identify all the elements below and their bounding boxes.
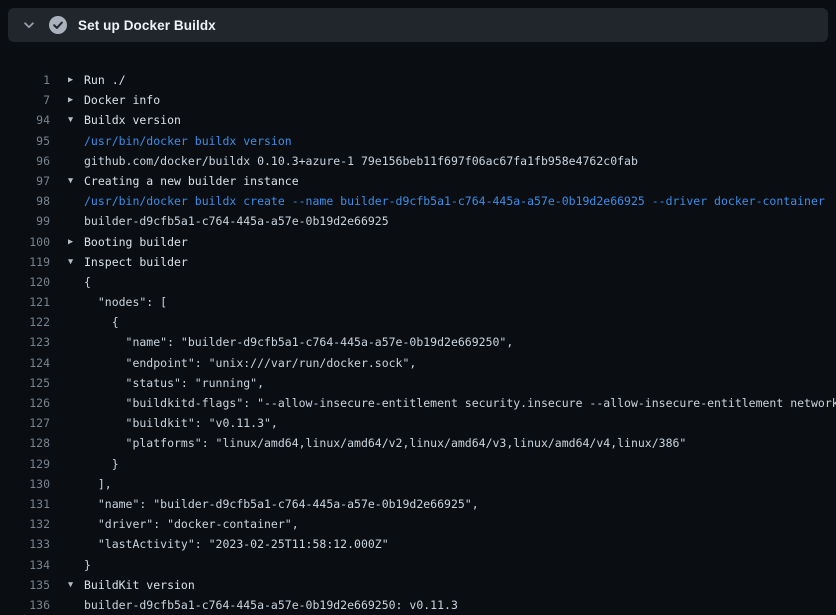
log-line: 125 "status": "running", xyxy=(0,373,836,393)
log-group-row[interactable]: 135 ▼BuildKit version xyxy=(0,575,836,595)
group-title: Booting builder xyxy=(84,232,188,252)
log-text: builder-d9cfb5a1-c764-445a-a57e-0b19d2e6… xyxy=(84,595,458,615)
step-title: Set up Docker Buildx xyxy=(78,18,216,33)
log-line: 126 "buildkitd-flags": "--allow-insecure… xyxy=(0,393,836,413)
line-number[interactable]: 121 xyxy=(0,292,50,312)
line-number[interactable]: 123 xyxy=(0,332,50,352)
log-text: } xyxy=(84,454,119,474)
line-number[interactable]: 97 xyxy=(0,171,50,191)
command-text: /usr/bin/docker buildx create --name bui… xyxy=(84,191,825,211)
log-text: } xyxy=(84,555,91,575)
triangle-right-icon: ▶ xyxy=(68,70,84,90)
group-title: Docker info xyxy=(84,90,160,110)
line-number[interactable]: 96 xyxy=(0,151,50,171)
log-group-row[interactable]: 97 ▼Creating a new builder instance xyxy=(0,171,836,191)
triangle-down-icon: ▼ xyxy=(68,252,84,272)
log-line: 130 ], xyxy=(0,474,836,494)
log-text: { xyxy=(84,272,91,292)
triangle-down-icon: ▼ xyxy=(68,575,84,595)
log-group-row[interactable]: 119 ▼Inspect builder xyxy=(0,252,836,272)
log-text: "name": "builder-d9cfb5a1-c764-445a-a57e… xyxy=(84,494,479,514)
log-line: 122 { xyxy=(0,312,836,332)
log-line: 99 builder-d9cfb5a1-c764-445a-a57e-0b19d2… xyxy=(0,211,836,231)
line-number[interactable]: 100 xyxy=(0,232,50,252)
line-number[interactable]: 129 xyxy=(0,454,50,474)
log-text: builder-d9cfb5a1-c764-445a-a57e-0b19d2e6… xyxy=(84,211,389,231)
triangle-down-icon: ▼ xyxy=(68,110,84,130)
log-line: 96 github.com/docker/buildx 0.10.3+azure-… xyxy=(0,151,836,171)
triangle-right-icon: ▶ xyxy=(68,232,84,252)
log-line: 133 "lastActivity": "2023-02-25T11:58:12… xyxy=(0,534,836,554)
log-line: 129 } xyxy=(0,454,836,474)
log-group-row[interactable]: 1 ▶Run ./ xyxy=(0,70,836,90)
line-number[interactable]: 120 xyxy=(0,272,50,292)
log-panel: 1▶Run ./7▶Docker info94▼Buildx version95… xyxy=(0,50,836,615)
line-number[interactable]: 126 xyxy=(0,393,50,413)
line-number[interactable]: 119 xyxy=(0,252,50,272)
log-text: "nodes": [ xyxy=(84,292,167,312)
log-line: 132 "driver": "docker-container", xyxy=(0,514,836,534)
log-text: "lastActivity": "2023-02-25T11:58:12.000… xyxy=(84,534,389,554)
log-line: 136 builder-d9cfb5a1-c764-445a-a57e-0b19d… xyxy=(0,595,836,615)
line-number[interactable]: 99 xyxy=(0,211,50,231)
log-text: "platforms": "linux/amd64,linux/amd64/v2… xyxy=(84,433,686,453)
group-title: Buildx version xyxy=(84,110,181,130)
log-line: 124 "endpoint": "unix:///var/run/docker.… xyxy=(0,353,836,373)
log-text: "endpoint": "unix:///var/run/docker.sock… xyxy=(84,353,416,373)
log-text: ], xyxy=(84,474,112,494)
log-text: "driver": "docker-container", xyxy=(84,514,299,534)
log-text: "status": "running", xyxy=(84,373,264,393)
line-number[interactable]: 94 xyxy=(0,110,50,130)
line-number[interactable]: 122 xyxy=(0,312,50,332)
log-line: 123 "name": "builder-d9cfb5a1-c764-445a-… xyxy=(0,332,836,352)
line-number[interactable]: 125 xyxy=(0,373,50,393)
step-header[interactable]: Set up Docker Buildx xyxy=(8,8,828,42)
log-group-row[interactable]: 94 ▼Buildx version xyxy=(0,110,836,130)
log-group-row[interactable]: 100 ▶Booting builder xyxy=(0,232,836,252)
command-text: /usr/bin/docker buildx version xyxy=(84,131,292,151)
log-text: "buildkitd-flags": "--allow-insecure-ent… xyxy=(84,393,836,413)
log-text: "name": "builder-d9cfb5a1-c764-445a-a57e… xyxy=(84,332,513,352)
line-number[interactable]: 95 xyxy=(0,131,50,151)
group-title: Creating a new builder instance xyxy=(84,171,299,191)
check-circle-icon xyxy=(49,16,67,34)
line-number[interactable]: 128 xyxy=(0,433,50,453)
triangle-down-icon: ▼ xyxy=(68,171,84,191)
line-number[interactable]: 135 xyxy=(0,575,50,595)
log-line: 98/usr/bin/docker buildx create --name b… xyxy=(0,191,836,211)
log-line: 121 "nodes": [ xyxy=(0,292,836,312)
log-group-row[interactable]: 7 ▶Docker info xyxy=(0,90,836,110)
chevron-down-icon[interactable] xyxy=(22,18,36,32)
log-line: 120 { xyxy=(0,272,836,292)
line-number[interactable]: 7 xyxy=(0,90,50,110)
log-text: "buildkit": "v0.11.3", xyxy=(84,413,278,433)
group-title: BuildKit version xyxy=(84,575,195,595)
log-line: 95/usr/bin/docker buildx version xyxy=(0,131,836,151)
triangle-right-icon: ▶ xyxy=(68,90,84,110)
log-line: 134} xyxy=(0,555,836,575)
log-line: 128 "platforms": "linux/amd64,linux/amd6… xyxy=(0,433,836,453)
log-text: { xyxy=(84,312,119,332)
line-number[interactable]: 134 xyxy=(0,555,50,575)
group-title: Inspect builder xyxy=(84,252,188,272)
line-number[interactable]: 98 xyxy=(0,191,50,211)
log-line: 127 "buildkit": "v0.11.3", xyxy=(0,413,836,433)
line-number[interactable]: 124 xyxy=(0,353,50,373)
line-number[interactable]: 127 xyxy=(0,413,50,433)
group-title: Run ./ xyxy=(84,70,126,90)
log-line: 131 "name": "builder-d9cfb5a1-c764-445a-… xyxy=(0,494,836,514)
log-text: github.com/docker/buildx 0.10.3+azure-1 … xyxy=(84,151,638,171)
line-number[interactable]: 131 xyxy=(0,494,50,514)
line-number[interactable]: 132 xyxy=(0,514,50,534)
line-number[interactable]: 133 xyxy=(0,534,50,554)
line-number[interactable]: 130 xyxy=(0,474,50,494)
line-number[interactable]: 1 xyxy=(0,70,50,90)
line-number[interactable]: 136 xyxy=(0,595,50,615)
